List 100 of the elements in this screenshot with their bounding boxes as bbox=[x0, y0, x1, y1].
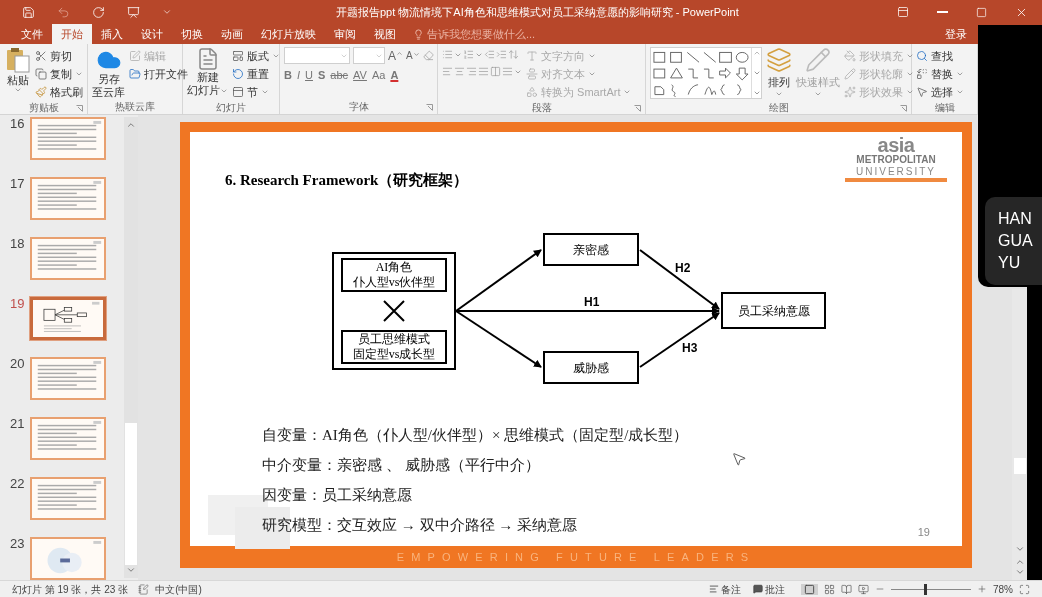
caret-icon bbox=[623, 88, 632, 96]
slide-thumbnail[interactable] bbox=[30, 537, 106, 580]
section-button[interactable]: 节 bbox=[232, 83, 280, 101]
scroll-down-icon[interactable] bbox=[752, 69, 761, 77]
arrange-icon bbox=[766, 47, 792, 73]
ribbon-tab[interactable]: 插入 bbox=[92, 24, 132, 44]
arrange-button[interactable]: 排列 bbox=[766, 47, 792, 98]
paste-button[interactable]: 粘贴 bbox=[4, 47, 31, 94]
format-painter-button[interactable]: 格式刷 bbox=[35, 83, 83, 101]
slideshow-icon bbox=[858, 583, 869, 595]
up-caret-icon bbox=[396, 49, 403, 57]
font-format-button[interactable]: A bbox=[390, 70, 399, 81]
ribbon-tab[interactable]: 切换 bbox=[172, 24, 212, 44]
comments-button[interactable]: 批注 bbox=[753, 581, 785, 597]
slide-thumbnail[interactable] bbox=[30, 237, 106, 280]
align-right-icon bbox=[466, 66, 477, 77]
font-name-field[interactable] bbox=[284, 47, 350, 64]
slide-title: 6. Research Framework（研究框架） bbox=[225, 171, 469, 190]
scroll-up-icon[interactable] bbox=[126, 120, 136, 130]
previous-slide-icon[interactable] bbox=[1014, 557, 1025, 567]
font-format-button[interactable]: AV bbox=[353, 70, 367, 81]
down-caret-icon bbox=[412, 50, 420, 58]
sign-in-link[interactable]: 登录 bbox=[945, 25, 967, 43]
cut-button[interactable]: 剪切 bbox=[35, 47, 83, 65]
dialog-launcher-icon[interactable] bbox=[900, 105, 907, 112]
slide-thumbnail[interactable] bbox=[30, 297, 106, 340]
group-label: 剪贴板 bbox=[28, 102, 59, 113]
slide-number: 19 bbox=[9, 297, 26, 313]
normal-view-button[interactable] bbox=[801, 583, 818, 595]
slide-number: 18 bbox=[9, 237, 26, 253]
caret-icon bbox=[588, 70, 596, 78]
customize-icon bbox=[162, 7, 172, 17]
ribbon-tab[interactable]: 幻灯片放映 bbox=[252, 24, 325, 44]
font-format-button[interactable]: Aa bbox=[371, 70, 386, 81]
ribbon-tab[interactable]: 视图 bbox=[365, 24, 405, 44]
next-slide-icon[interactable] bbox=[1014, 567, 1025, 577]
dialog-launcher-icon[interactable] bbox=[426, 104, 433, 111]
group-label: 绘图 bbox=[768, 102, 789, 113]
select-button[interactable]: 选择 bbox=[916, 83, 964, 101]
participant-name: GUA bbox=[998, 231, 1034, 251]
ribbon-tab[interactable]: 文件 bbox=[12, 24, 52, 44]
font-format-button[interactable]: I bbox=[296, 70, 300, 81]
sparkle-icon bbox=[844, 86, 856, 98]
font-format-button[interactable]: abc bbox=[330, 70, 349, 81]
slide-number: 16 bbox=[9, 117, 26, 133]
pen-icon bbox=[129, 50, 141, 62]
replace-button[interactable]: 替换 bbox=[916, 65, 964, 83]
language-status[interactable]: 中文(中国) bbox=[155, 581, 202, 597]
participant-name: HAN bbox=[998, 209, 1033, 229]
dialog-launcher-icon[interactable] bbox=[76, 105, 83, 112]
zoom-level[interactable]: 78% bbox=[993, 581, 1013, 597]
ribbon-tab[interactable]: 动画 bbox=[212, 24, 252, 44]
font-format-button[interactable]: S bbox=[317, 70, 326, 81]
reading-view-icon bbox=[841, 583, 852, 595]
reset-button[interactable]: 重置 bbox=[232, 65, 280, 83]
section-icon bbox=[232, 86, 244, 98]
slide-thumbnail[interactable] bbox=[30, 117, 106, 160]
font-size-field[interactable] bbox=[353, 47, 385, 64]
bullet-list-icon bbox=[442, 49, 453, 60]
zoom-slider-thumb[interactable] bbox=[924, 583, 928, 595]
caret-icon bbox=[75, 70, 83, 78]
save-icon bbox=[22, 5, 35, 19]
font-format-button[interactable]: U bbox=[305, 70, 313, 81]
copy-button[interactable]: 复制 bbox=[35, 65, 83, 83]
save-to-cloud-button[interactable]: 另存 至云库 bbox=[92, 47, 125, 99]
comment-icon bbox=[753, 584, 763, 594]
slide-thumbnail[interactable] bbox=[30, 417, 106, 460]
open-file-button[interactable]: 打开文件 bbox=[129, 65, 188, 83]
scroll-down-icon[interactable] bbox=[126, 565, 136, 575]
scrollbar[interactable] bbox=[124, 117, 138, 578]
ribbon-tab[interactable]: 审阅 bbox=[325, 24, 365, 44]
group-label: 字体 bbox=[348, 102, 369, 112]
caret-icon bbox=[272, 52, 280, 60]
reset-icon bbox=[232, 68, 244, 80]
group-label: 编辑 bbox=[934, 102, 955, 113]
layout-button[interactable]: 版式 bbox=[232, 47, 280, 65]
shrink-font-button[interactable]: A bbox=[406, 50, 420, 61]
ribbon-tab[interactable]: 设计 bbox=[132, 24, 172, 44]
more-icon[interactable] bbox=[752, 89, 761, 97]
dialog-launcher-icon[interactable] bbox=[634, 105, 641, 112]
slide-thumbnail[interactable] bbox=[30, 177, 106, 220]
pencil-icon bbox=[805, 47, 831, 73]
grow-font-button[interactable]: A bbox=[388, 49, 403, 62]
ribbon-tab[interactable]: 开始 bbox=[52, 24, 92, 44]
scrollbar-thumb[interactable] bbox=[1013, 458, 1026, 474]
scrollbar[interactable] bbox=[1012, 289, 1027, 580]
slide-thumbnail[interactable] bbox=[30, 477, 106, 520]
font-format-button[interactable]: B bbox=[284, 70, 292, 81]
find-button[interactable]: 查找 bbox=[916, 47, 964, 65]
caret-icon bbox=[261, 88, 269, 96]
scroll-up-icon[interactable] bbox=[752, 49, 761, 57]
slide-thumbnail[interactable] bbox=[30, 357, 106, 400]
search-icon bbox=[916, 50, 928, 62]
notes-button[interactable]: 备注 bbox=[709, 581, 741, 597]
new-slide-button[interactable]: 新建 幻灯片 bbox=[187, 47, 228, 97]
scroll-down-icon[interactable] bbox=[1014, 544, 1025, 554]
caret-icon bbox=[775, 90, 783, 98]
factor-node: 员工思维模式 固定型vs成长型 bbox=[341, 330, 447, 364]
scrollbar-thumb[interactable] bbox=[125, 423, 137, 565]
tell-me-field[interactable]: 告诉我您想要做什么... bbox=[405, 24, 555, 44]
